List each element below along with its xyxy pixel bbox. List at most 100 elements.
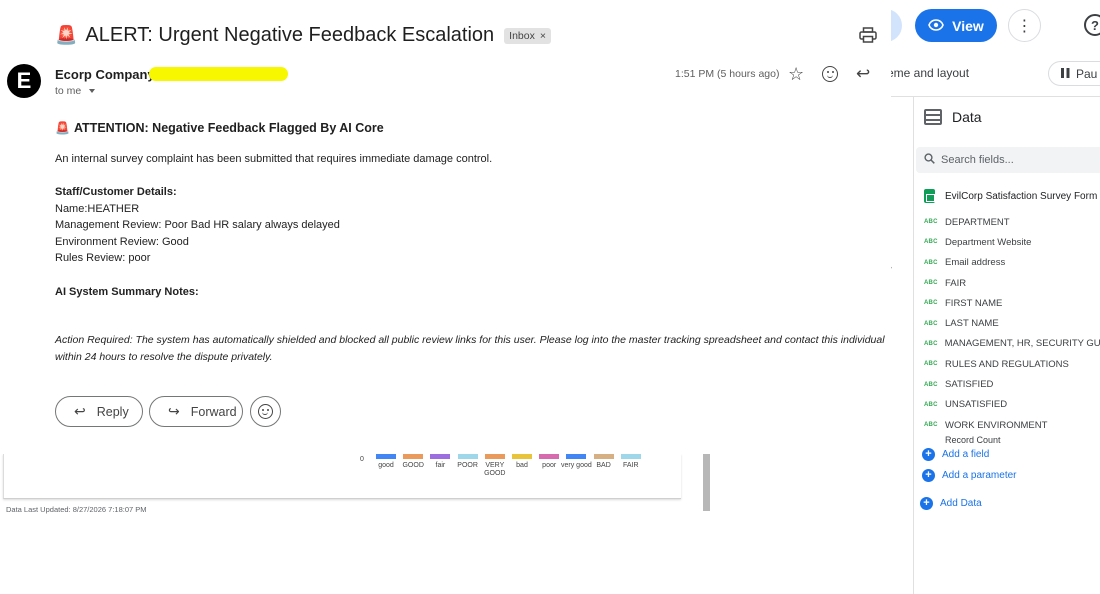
bar bbox=[512, 454, 532, 459]
star-icon[interactable]: ☆ bbox=[788, 64, 804, 85]
body-heading: 🚨 ATTENTION: Negative Feedback Flagged B… bbox=[55, 121, 384, 135]
field-item[interactable]: ABC Department Website bbox=[924, 232, 1100, 252]
email-view: 🚨 ALERT: Urgent Negative Feedback Escala… bbox=[0, 0, 891, 454]
reply-arrow-icon[interactable]: ↩ bbox=[856, 64, 870, 84]
bar-category[interactable]: FAIR bbox=[620, 454, 641, 470]
search-fields-input[interactable]: Search fields... bbox=[916, 147, 1100, 173]
data-panel-title: Data bbox=[952, 109, 982, 125]
table-icon bbox=[924, 109, 942, 125]
more-options-button[interactable]: ⋮ bbox=[1008, 9, 1041, 42]
remove-label-icon[interactable]: × bbox=[540, 30, 546, 42]
recipient-toggle[interactable]: to me bbox=[55, 85, 96, 97]
bar-category[interactable]: BAD bbox=[593, 454, 614, 470]
field-item[interactable]: ABC SATISFIED bbox=[924, 374, 1100, 394]
smiley-icon bbox=[258, 404, 273, 419]
details-heading: Staff/Customer Details: bbox=[55, 186, 177, 198]
detail-line: Rules Review: poor bbox=[55, 252, 151, 264]
data-source-item[interactable]: EvilCorp Satisfaction Survey Form Dat bbox=[924, 189, 1100, 203]
bar-category[interactable]: bad bbox=[512, 454, 532, 470]
text-type-icon: ABC bbox=[924, 401, 938, 408]
data-panel: Data Search fields... EvilCorp Satisfact… bbox=[913, 97, 1100, 594]
forward-icon: ↪ bbox=[168, 403, 180, 419]
forward-button[interactable]: ↪ Forward bbox=[149, 396, 243, 427]
theme-and-layout-button[interactable]: eme and layout bbox=[887, 66, 969, 80]
recipient-text: to me bbox=[55, 85, 82, 97]
inbox-label-text: Inbox bbox=[509, 29, 535, 42]
field-item[interactable]: ABC DEPARTMENT bbox=[924, 212, 1100, 232]
search-placeholder: Search fields... bbox=[941, 154, 1014, 166]
bar bbox=[457, 454, 478, 459]
view-button[interactable]: View bbox=[915, 9, 997, 42]
bar-category[interactable]: GOOD bbox=[402, 454, 424, 470]
bar-category[interactable]: POOR bbox=[457, 454, 478, 470]
reply-button[interactable]: ↩ Reply bbox=[55, 396, 143, 427]
text-type-icon: ABC bbox=[924, 280, 938, 287]
inbox-label-chip[interactable]: Inbox × bbox=[504, 27, 551, 44]
category-label: FAIR bbox=[623, 462, 639, 469]
field-item[interactable]: ABC FIRST NAME bbox=[924, 293, 1100, 313]
field-name: Email address bbox=[945, 257, 1006, 269]
body-heading-text: ATTENTION: Negative Feedback Flagged By … bbox=[73, 121, 384, 135]
action-required-text: Action Required: The system has automati… bbox=[55, 334, 885, 363]
bar bbox=[620, 454, 641, 459]
field-item[interactable]: ABC UNSATISFIED bbox=[924, 395, 1100, 415]
google-sheets-icon bbox=[924, 189, 935, 203]
bar-category[interactable]: VERY GOOD bbox=[484, 454, 505, 478]
data-source-name: EvilCorp Satisfaction Survey Form Dat bbox=[945, 190, 1100, 202]
field-name: RULES AND REGULATIONS bbox=[945, 358, 1069, 370]
forward-label: Forward bbox=[190, 404, 237, 419]
add-data-button[interactable]: + Add Data bbox=[920, 497, 982, 510]
bar bbox=[376, 454, 396, 459]
field-list: ABC DEPARTMENT ABC Department Website ABC Ema… bbox=[924, 212, 1100, 444]
field-name: LAST NAME bbox=[945, 318, 999, 330]
help-icon[interactable]: ? bbox=[1084, 14, 1100, 36]
sender-avatar[interactable]: E bbox=[7, 64, 41, 98]
more-vert-icon: ⋮ bbox=[1016, 17, 1033, 35]
bar-category[interactable]: good bbox=[376, 454, 396, 470]
text-type-icon: ABC bbox=[924, 422, 938, 429]
pause-label: Pau bbox=[1076, 66, 1098, 81]
text-type-icon: ABC bbox=[924, 239, 938, 246]
eye-icon bbox=[928, 18, 945, 34]
emoji-react-button[interactable] bbox=[250, 396, 281, 427]
field-name: FIRST NAME bbox=[945, 297, 1003, 309]
add-field-button[interactable]: + Add a field bbox=[922, 448, 989, 461]
field-item[interactable]: ABC WORK ENVIRONMENT bbox=[924, 415, 1100, 435]
text-type-icon: ABC bbox=[924, 340, 938, 347]
field-item[interactable]: ABC FAIR bbox=[924, 273, 1100, 293]
bar-category[interactable]: fair bbox=[430, 454, 451, 470]
reply-icon: ↩ bbox=[74, 403, 86, 419]
avatar-letter: E bbox=[16, 68, 32, 93]
emoji-reaction-icon[interactable] bbox=[822, 66, 838, 82]
last-updated-text: Data Last Updated: 8/27/2026 7:18:07 PM bbox=[6, 505, 147, 514]
text-type-icon: ABC bbox=[924, 361, 938, 368]
pause-button[interactable]: Pau bbox=[1048, 61, 1100, 86]
field-item[interactable]: ABC LAST NAME bbox=[924, 313, 1100, 333]
siren-icon: 🚨 bbox=[55, 25, 78, 45]
field-name: WORK ENVIRONMENT bbox=[945, 419, 1048, 431]
siren-icon: 🚨 bbox=[55, 121, 70, 135]
chevron-down-icon bbox=[89, 89, 96, 93]
add-icon: + bbox=[922, 469, 935, 482]
field-name: DEPARTMENT bbox=[945, 216, 1010, 228]
email-timestamp: 1:51 PM (5 hours ago) bbox=[675, 68, 780, 80]
search-icon bbox=[924, 153, 935, 167]
field-item[interactable]: ABC RULES AND REGULATIONS bbox=[924, 354, 1100, 374]
add-parameter-button[interactable]: + Add a parameter bbox=[922, 469, 1017, 482]
field-item-partial[interactable]: Record Count bbox=[924, 435, 1100, 443]
scrollbar[interactable] bbox=[703, 454, 710, 511]
print-icon[interactable] bbox=[859, 27, 877, 43]
field-item[interactable]: ABC Email address bbox=[924, 253, 1100, 273]
chart-card[interactable]: 0 good GOOD fair POOR VERY GOOD bad poor very g… bbox=[3, 454, 681, 499]
bar-category[interactable]: poor bbox=[539, 454, 560, 470]
help-glyph: ? bbox=[1091, 17, 1099, 33]
bar-category[interactable]: very good bbox=[561, 454, 592, 470]
redaction-highlight bbox=[149, 67, 288, 81]
bar bbox=[403, 454, 424, 459]
intro-text: An internal survey complaint has been su… bbox=[55, 153, 493, 165]
detail-line: Environment Review: Good bbox=[55, 236, 189, 248]
sender-name[interactable]: Ecorp Company bbox=[55, 67, 155, 82]
field-name: MANAGEMENT, HR, SECURITY GUA... bbox=[944, 338, 1100, 350]
add-icon: + bbox=[920, 497, 933, 510]
field-item[interactable]: ABC MANAGEMENT, HR, SECURITY GUA... bbox=[924, 334, 1100, 354]
